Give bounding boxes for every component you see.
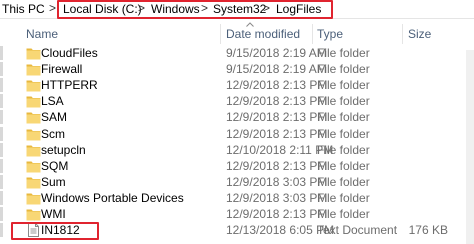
table-row[interactable]: HTTPERR 12/9/2018 2:13 PM File folder: [0, 77, 474, 94]
row-pin-marker: [0, 46, 3, 60]
folder-icon: [26, 175, 41, 189]
folder-icon: [26, 143, 41, 157]
folder-icon: [26, 110, 41, 124]
file-date-modified: 12/9/2018 2:13 PM: [226, 126, 328, 141]
file-type: File folder: [317, 174, 370, 189]
column-divider[interactable]: [220, 24, 221, 44]
row-pin-marker: [0, 174, 3, 189]
column-divider[interactable]: [312, 24, 313, 44]
table-row[interactable]: SAM 12/9/2018 2:13 PM File folder: [0, 109, 474, 126]
file-date-modified: 9/15/2018 2:19 AM: [226, 46, 327, 60]
file-type: File folder: [317, 126, 370, 141]
folder-icon: [26, 159, 41, 173]
table-row[interactable]: LSA 12/9/2018 2:13 PM File folder: [0, 93, 474, 110]
file-name: Sum: [41, 174, 66, 189]
file-name: SAM: [41, 110, 68, 125]
column-header-size[interactable]: Size: [408, 27, 431, 41]
file-date-modified: 12/9/2018 2:13 PM: [226, 110, 328, 125]
table-row[interactable]: Sum 12/9/2018 3:03 PM File folder: [0, 174, 474, 191]
file-name: SQM: [41, 158, 69, 173]
row-pin-marker: [0, 207, 3, 221]
file-type: File folder: [317, 78, 370, 93]
file-type: File folder: [317, 62, 370, 77]
file-type: File folder: [317, 190, 370, 205]
file-type: File folder: [317, 207, 370, 221]
file-type: File folder: [317, 94, 370, 109]
column-header-name[interactable]: Name: [26, 27, 58, 41]
file-date-modified: 12/9/2018 2:13 PM: [226, 78, 328, 93]
file-type: File folder: [317, 158, 370, 173]
file-size: 176 KB: [408, 223, 448, 238]
breadcrumb-separator-icon: >: [49, 1, 57, 15]
file-date-modified: 9/15/2018 2:19 AM: [226, 62, 327, 77]
row-pin-marker: [0, 78, 3, 93]
table-row[interactable]: Windows Portable Devices 12/9/2018 3:03 P…: [0, 190, 474, 207]
file-date-modified: 12/9/2018 2:13 PM: [226, 207, 328, 221]
row-pin-marker: [0, 142, 3, 157]
column-header-type[interactable]: Type: [317, 27, 343, 41]
folder-icon: [26, 207, 41, 221]
column-header-row: Name Date modified Type Size: [0, 22, 474, 46]
row-pin-marker: [0, 126, 3, 141]
file-type: File folder: [317, 142, 370, 157]
file-name: Firewall: [41, 62, 83, 77]
file-name: HTTPERR: [41, 78, 98, 93]
breadcrumb-this-pc[interactable]: This PC: [2, 2, 45, 16]
file-name: Scm: [41, 126, 65, 141]
file-name: LSA: [41, 94, 64, 109]
breadcrumb-highlight-box: [57, 0, 333, 19]
row-pin-marker: [0, 158, 3, 173]
file-name: WMI: [41, 207, 66, 221]
folder-icon: [26, 94, 41, 108]
row-pin-marker: [0, 223, 3, 238]
folder-icon: [26, 127, 41, 141]
folder-icon: [26, 46, 41, 60]
file-name: Windows Portable Devices: [41, 190, 184, 205]
folder-icon: [26, 191, 41, 205]
table-row[interactable]: SQM 12/9/2018 2:13 PM File folder: [0, 158, 474, 175]
column-divider[interactable]: [402, 24, 403, 44]
column-header-date-modified[interactable]: Date modified: [226, 27, 300, 41]
vertical-scrollbar[interactable]: [466, 50, 474, 244]
address-bar[interactable]: This PC > Local Disk (C:) > Windows > Sy…: [0, 0, 474, 19]
file-type: File folder: [317, 46, 370, 60]
folder-icon: [26, 62, 41, 76]
chevron-up-icon: [246, 22, 254, 27]
file-date-modified: 12/9/2018 3:03 PM: [226, 174, 328, 189]
file-date-modified: 12/9/2018 2:13 PM: [226, 158, 328, 173]
table-row[interactable]: CloudFiles 9/15/2018 2:19 AM File folder: [0, 45, 474, 62]
table-row[interactable]: WMI 12/9/2018 2:13 PM File folder: [0, 206, 474, 223]
file-highlight-box: [11, 222, 99, 240]
file-name: CloudFiles: [41, 46, 98, 60]
row-pin-marker: [0, 62, 3, 77]
table-row[interactable]: setupcln 12/10/2018 2:11 PM File folder: [0, 142, 474, 159]
table-row[interactable]: Firewall 9/15/2018 2:19 AM File folder: [0, 61, 474, 78]
file-name: setupcln: [41, 142, 86, 157]
file-date-modified: 12/9/2018 3:03 PM: [226, 190, 328, 205]
file-date-modified: 12/9/2018 2:13 PM: [226, 94, 328, 109]
row-pin-marker: [0, 110, 3, 125]
file-type: Text Document: [317, 223, 398, 238]
file-type: File folder: [317, 110, 370, 125]
folder-icon: [26, 78, 41, 92]
row-pin-marker: [0, 190, 3, 205]
row-pin-marker: [0, 94, 3, 109]
table-row[interactable]: Scm 12/9/2018 2:13 PM File folder: [0, 126, 474, 143]
